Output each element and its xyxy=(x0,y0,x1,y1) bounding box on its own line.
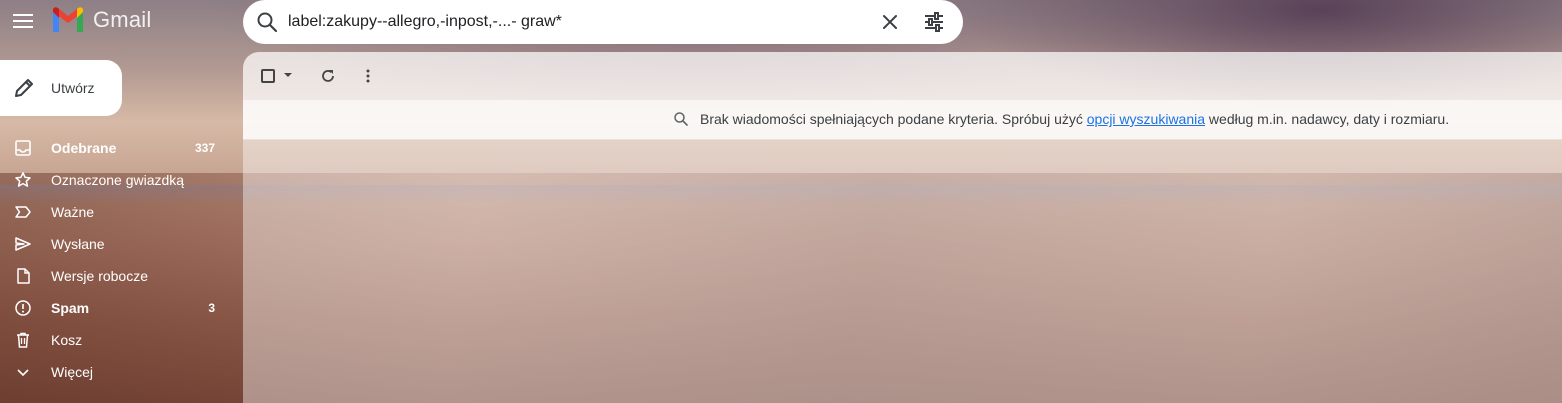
sidebar-nav: Odebrane 337 Oznaczone gwiazdką Ważne Wy… xyxy=(0,132,243,388)
spam-icon xyxy=(15,300,31,316)
menu-icon-bar xyxy=(13,26,33,28)
sidebar-item-label: Oznaczone gwiazdką xyxy=(51,172,185,188)
sidebar-item-important[interactable]: Ważne xyxy=(0,196,243,228)
no-results-text-end: według m.in. nadawcy, daty i rozmiaru. xyxy=(1205,111,1450,127)
sidebar-item-label: Odebrane xyxy=(51,140,117,156)
sidebar-item-inbox[interactable]: Odebrane 337 xyxy=(0,132,243,164)
draft-icon xyxy=(17,268,30,284)
main-menu-button[interactable] xyxy=(10,8,36,34)
search-icon[interactable] xyxy=(255,10,279,34)
no-results-message: Brak wiadomości spełniających podane kry… xyxy=(700,111,1449,127)
unread-count: 337 xyxy=(194,141,215,155)
sidebar-item-sent[interactable]: Wysłane xyxy=(0,228,243,260)
mail-toolbar xyxy=(243,52,1562,100)
sidebar-item-label: Spam xyxy=(51,300,90,316)
app-name: Gmail xyxy=(93,7,152,32)
search-input[interactable] xyxy=(288,13,879,31)
search-options-link[interactable]: opcji wyszukiwania xyxy=(1087,111,1205,127)
menu-icon-bar xyxy=(13,20,33,22)
select-dropdown-icon[interactable] xyxy=(284,73,292,77)
message-list-area xyxy=(243,140,1562,403)
important-icon xyxy=(15,206,31,218)
no-results-text: Brak wiadomości spełniających podane kry… xyxy=(700,111,1087,127)
unread-count: 3 xyxy=(208,301,215,315)
refresh-icon[interactable] xyxy=(319,67,337,85)
close-icon[interactable] xyxy=(879,11,901,33)
inbox-icon xyxy=(15,140,31,156)
sidebar-item-label: Więcej xyxy=(51,364,94,380)
gmail-logo[interactable]: Gmail xyxy=(51,6,151,34)
sidebar-item-more[interactable]: Więcej xyxy=(0,356,243,388)
tune-icon[interactable] xyxy=(923,11,945,33)
menu-icon-bar xyxy=(13,14,33,16)
more-vert-icon[interactable] xyxy=(359,67,377,85)
sidebar-item-spam[interactable]: Spam 3 xyxy=(0,292,243,324)
search-icon xyxy=(674,112,688,126)
sidebar-item-label: Wersje robocze xyxy=(51,268,149,284)
compose-button[interactable]: Utwórz xyxy=(0,60,122,116)
chevron-down-icon xyxy=(17,369,29,377)
sidebar-item-label: Wysłane xyxy=(51,236,105,252)
star-icon xyxy=(15,172,31,187)
sidebar-item-label: Kosz xyxy=(51,332,83,348)
search-bar[interactable] xyxy=(243,0,963,44)
select-all-checkbox[interactable] xyxy=(261,69,275,83)
send-icon xyxy=(15,237,31,251)
sidebar-item-drafts[interactable]: Wersje robocze xyxy=(0,260,243,292)
no-results-banner: Brak wiadomości spełniających podane kry… xyxy=(243,100,1562,140)
sidebar-item-starred[interactable]: Oznaczone gwiazdką xyxy=(0,164,243,196)
compose-label: Utwórz xyxy=(51,80,95,96)
sidebar-item-label: Ważne xyxy=(51,204,95,220)
trash-icon xyxy=(17,332,29,348)
pencil-icon xyxy=(15,79,33,97)
sidebar-item-trash[interactable]: Kosz xyxy=(0,324,243,356)
gmail-m-icon xyxy=(53,7,83,32)
